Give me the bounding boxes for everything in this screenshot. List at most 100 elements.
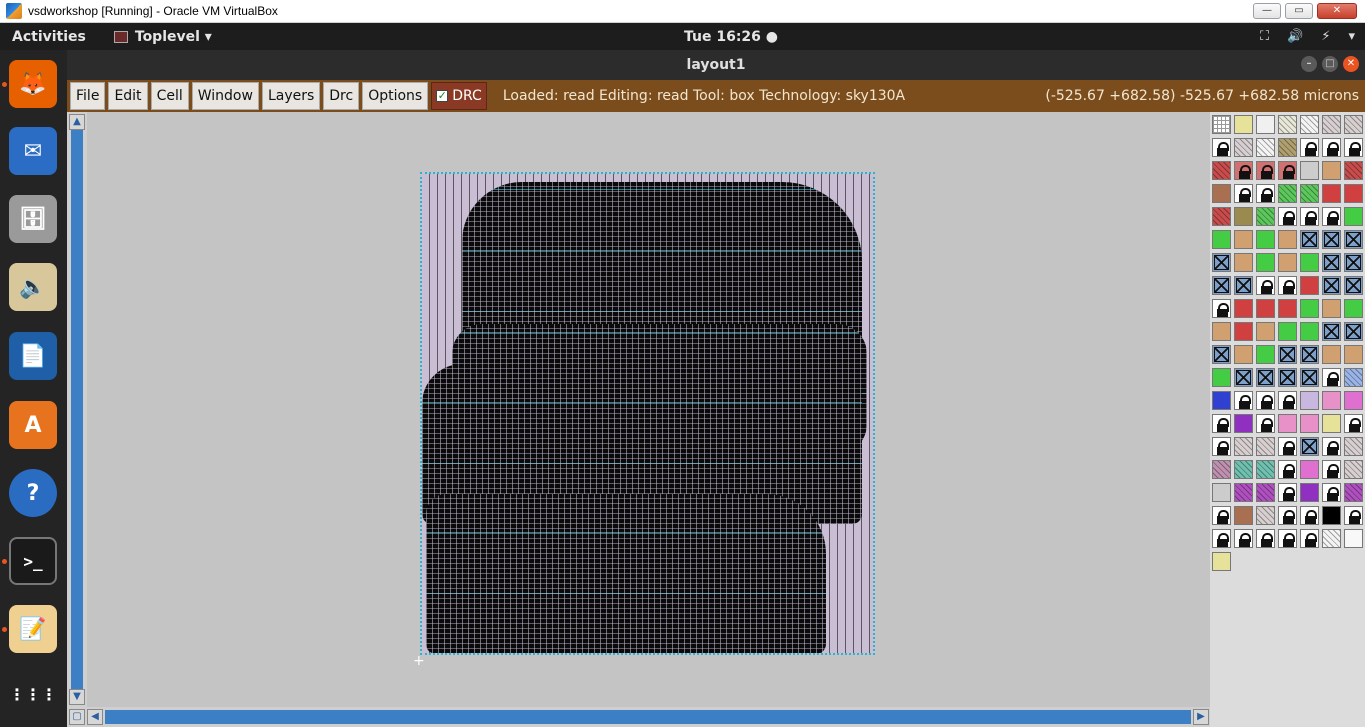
- layer-swatch-xbox[interactable]: [1344, 230, 1363, 249]
- scroll-right-arrow-icon[interactable]: ▶: [1193, 709, 1209, 725]
- magic-minimize-button[interactable]: –: [1301, 56, 1317, 72]
- layer-swatch-gray-hatch[interactable]: [1256, 437, 1275, 456]
- layer-swatch-green[interactable]: [1256, 253, 1275, 272]
- horizontal-scrollbar[interactable]: ▢ ◀ ▶: [67, 707, 1212, 727]
- menu-options[interactable]: Options: [362, 82, 429, 110]
- layer-swatch-yellow[interactable]: [1234, 115, 1253, 134]
- layer-swatch-brown[interactable]: [1234, 506, 1253, 525]
- layer-swatch-gray-hatch[interactable]: [1234, 138, 1253, 157]
- layer-swatch-lock[interactable]: [1234, 391, 1253, 410]
- layer-swatch-xbox[interactable]: [1322, 230, 1341, 249]
- layer-swatch-tan[interactable]: [1278, 253, 1297, 272]
- layer-swatch-xbox[interactable]: [1278, 368, 1297, 387]
- layer-swatch-light-hatch[interactable]: [1278, 115, 1297, 134]
- layer-swatch-lock[interactable]: [1212, 437, 1231, 456]
- layer-swatch-xbox[interactable]: [1278, 345, 1297, 364]
- layer-swatch-green[interactable]: [1300, 299, 1319, 318]
- layer-swatch-teal-hatch[interactable]: [1256, 460, 1275, 479]
- layer-swatch-pink[interactable]: [1278, 414, 1297, 433]
- layer-swatch-lock[interactable]: [1278, 483, 1297, 502]
- layer-swatch-tan-hatch[interactable]: [1278, 138, 1297, 157]
- layer-swatch-purple[interactable]: [1300, 483, 1319, 502]
- layer-swatch-red[interactable]: [1344, 184, 1363, 203]
- layer-swatch-red[interactable]: [1322, 184, 1341, 203]
- scroll-left-arrow-icon[interactable]: ◀: [87, 709, 103, 725]
- layer-swatch-yellow[interactable]: [1322, 414, 1341, 433]
- layer-swatch-white[interactable]: [1344, 529, 1363, 548]
- vertical-scrollbar[interactable]: ▲ ▼: [67, 112, 87, 707]
- layer-swatch-lock[interactable]: [1344, 138, 1363, 157]
- layer-swatch-xbox[interactable]: [1322, 253, 1341, 272]
- layer-swatch-blue[interactable]: [1212, 391, 1231, 410]
- layer-swatch-gray-hatch[interactable]: [1344, 115, 1363, 134]
- layer-swatch-lock[interactable]: [1212, 506, 1231, 525]
- layer-swatch-green[interactable]: [1344, 299, 1363, 318]
- layer-swatch-lavender[interactable]: [1300, 391, 1319, 410]
- layer-swatch-grid[interactable]: [1212, 115, 1231, 134]
- layer-swatch-tan[interactable]: [1234, 345, 1253, 364]
- layer-swatch-xbox[interactable]: [1300, 368, 1319, 387]
- layer-swatch-hatch[interactable]: [1300, 115, 1319, 134]
- layer-swatch-red[interactable]: [1234, 322, 1253, 341]
- layer-swatch-tan[interactable]: [1322, 345, 1341, 364]
- horizontal-scroll-track[interactable]: [105, 710, 1191, 724]
- network-icon[interactable]: ⛶: [1260, 29, 1269, 44]
- layer-swatch-green[interactable]: [1256, 230, 1275, 249]
- menu-drc[interactable]: Drc: [323, 82, 360, 110]
- layer-swatch-green[interactable]: [1256, 345, 1275, 364]
- layer-swatch-xbox[interactable]: [1212, 253, 1231, 272]
- layer-swatch-teal-hatch[interactable]: [1234, 460, 1253, 479]
- layer-swatch-xbox[interactable]: [1234, 368, 1253, 387]
- layer-swatch-white-box[interactable]: [1256, 115, 1275, 134]
- layer-swatch-lock[interactable]: [1322, 437, 1341, 456]
- menu-layers[interactable]: Layers: [261, 82, 321, 110]
- firefox-icon[interactable]: 🦊: [9, 60, 57, 108]
- layer-swatch-lock-red[interactable]: [1278, 161, 1297, 180]
- layer-swatch-green-hatch[interactable]: [1278, 184, 1297, 203]
- layer-swatch-tan[interactable]: [1234, 253, 1253, 272]
- layer-swatch-lock-red[interactable]: [1256, 161, 1275, 180]
- layer-swatch-lock-red[interactable]: [1234, 161, 1253, 180]
- layer-swatch-lock[interactable]: [1322, 138, 1341, 157]
- layer-swatch-gray-hatch[interactable]: [1234, 437, 1253, 456]
- layer-swatch-green[interactable]: [1300, 253, 1319, 272]
- layer-swatch-lock[interactable]: [1300, 207, 1319, 226]
- magic-maximize-button[interactable]: □: [1322, 56, 1338, 72]
- rhythmbox-icon[interactable]: 🔈: [9, 263, 57, 311]
- layer-swatch-pink-hatch[interactable]: [1212, 460, 1231, 479]
- layer-swatch-xbox[interactable]: [1212, 345, 1231, 364]
- layer-swatch-xbox[interactable]: [1322, 276, 1341, 295]
- clock[interactable]: Tue 16:26 ●: [684, 29, 778, 45]
- layer-swatch-lock[interactable]: [1212, 414, 1231, 433]
- layer-swatch-red[interactable]: [1300, 276, 1319, 295]
- layer-swatch-blue-hatch[interactable]: [1344, 368, 1363, 387]
- layer-swatch-gray[interactable]: [1212, 483, 1231, 502]
- layer-swatch-green[interactable]: [1212, 368, 1231, 387]
- layer-swatch-pink[interactable]: [1300, 414, 1319, 433]
- layout-canvas[interactable]: +: [87, 112, 1210, 707]
- layer-swatch-xbox[interactable]: [1300, 345, 1319, 364]
- layer-swatch-brown[interactable]: [1212, 184, 1231, 203]
- layer-swatch-gray[interactable]: [1300, 161, 1319, 180]
- scroll-up-arrow-icon[interactable]: ▲: [69, 114, 85, 130]
- layer-swatch-purple-hatch[interactable]: [1344, 483, 1363, 502]
- layer-swatch-xbox[interactable]: [1256, 368, 1275, 387]
- activities-button[interactable]: Activities: [12, 29, 86, 45]
- layer-swatch-red-hatch[interactable]: [1344, 161, 1363, 180]
- layer-swatch-green[interactable]: [1300, 322, 1319, 341]
- layer-swatch-lock[interactable]: [1300, 506, 1319, 525]
- layer-swatch-lock[interactable]: [1212, 138, 1231, 157]
- layer-swatch-lock[interactable]: [1278, 529, 1297, 548]
- layer-swatch-xbox[interactable]: [1344, 276, 1363, 295]
- layer-swatch-lock[interactable]: [1278, 391, 1297, 410]
- layer-swatch-lock[interactable]: [1300, 138, 1319, 157]
- layer-swatch-green[interactable]: [1344, 207, 1363, 226]
- layer-swatch-gray-hatch[interactable]: [1344, 460, 1363, 479]
- layer-swatch-lock[interactable]: [1278, 460, 1297, 479]
- layer-swatch-tan[interactable]: [1256, 322, 1275, 341]
- layer-swatch-tan[interactable]: [1278, 230, 1297, 249]
- system-tray[interactable]: ⛶ 🔊 ⚡ ▾: [1260, 29, 1355, 44]
- layer-swatch-magenta[interactable]: [1300, 460, 1319, 479]
- app-menu[interactable]: Toplevel ▾: [113, 29, 212, 45]
- menu-window[interactable]: Window: [191, 82, 259, 110]
